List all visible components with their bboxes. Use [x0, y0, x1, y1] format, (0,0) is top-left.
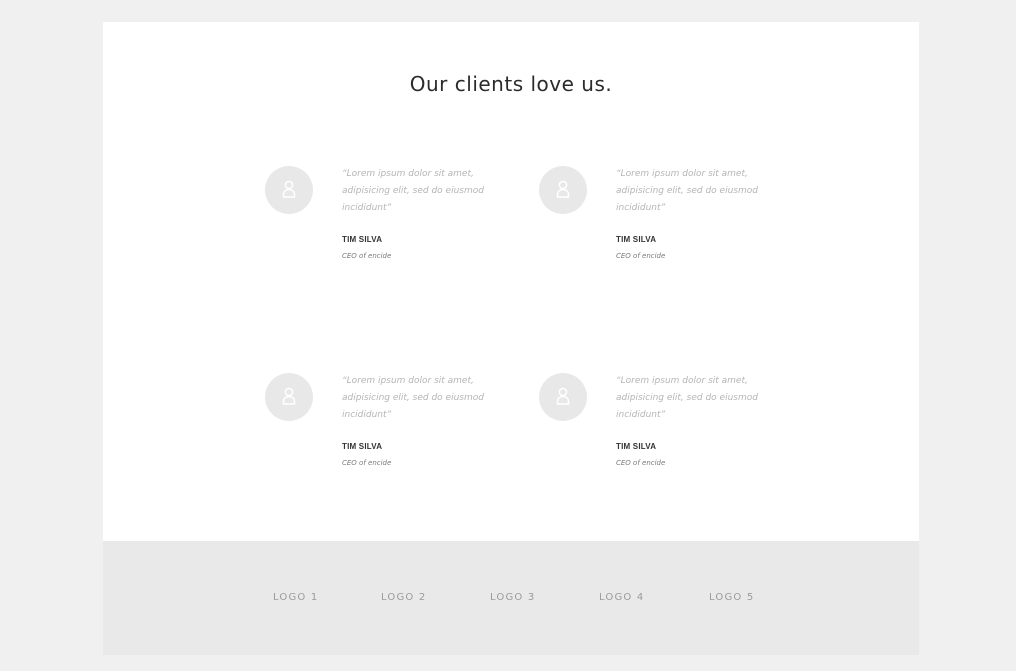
testimonial-name: TIM SILVA [342, 235, 383, 244]
client-logo: LOGO 2 [381, 592, 427, 603]
testimonial-card: “Lorem ipsum dolor sit amet, adipisicing… [539, 166, 779, 276]
client-logo: LOGO 4 [599, 592, 645, 603]
avatar [539, 166, 587, 214]
avatar [265, 373, 313, 421]
client-logo: LOGO 5 [709, 592, 755, 603]
testimonial-card: “Lorem ipsum dolor sit amet, adipisicing… [539, 373, 779, 483]
client-logo: LOGO 3 [490, 592, 536, 603]
testimonial-role: CEO of encide [342, 459, 392, 467]
testimonial-role: CEO of encide [342, 252, 392, 260]
testimonial-quote: “Lorem ipsum dolor sit amet, adipisicing… [616, 376, 758, 420]
client-logos-band: LOGO 1 LOGO 2 LOGO 3 LOGO 4 LOGO 5 [103, 541, 919, 655]
testimonial-card: “Lorem ipsum dolor sit amet, adipisicing… [265, 373, 505, 483]
avatar [539, 373, 587, 421]
section-title: Our clients love us. [409, 72, 613, 96]
testimonial-name: TIM SILVA [616, 235, 657, 244]
client-logo: LOGO 1 [273, 592, 319, 603]
avatar [265, 166, 313, 214]
testimonial-quote: “Lorem ipsum dolor sit amet, adipisicing… [342, 376, 484, 420]
testimonial-quote: “Lorem ipsum dolor sit amet, adipisicing… [616, 169, 758, 213]
testimonial-quote: “Lorem ipsum dolor sit amet, adipisicing… [342, 169, 484, 213]
testimonial-card: “Lorem ipsum dolor sit amet, adipisicing… [265, 166, 505, 276]
testimonial-name: TIM SILVA [616, 442, 657, 451]
testimonial-role: CEO of encide [616, 459, 666, 467]
testimonial-role: CEO of encide [616, 252, 666, 260]
testimonial-name: TIM SILVA [342, 442, 383, 451]
